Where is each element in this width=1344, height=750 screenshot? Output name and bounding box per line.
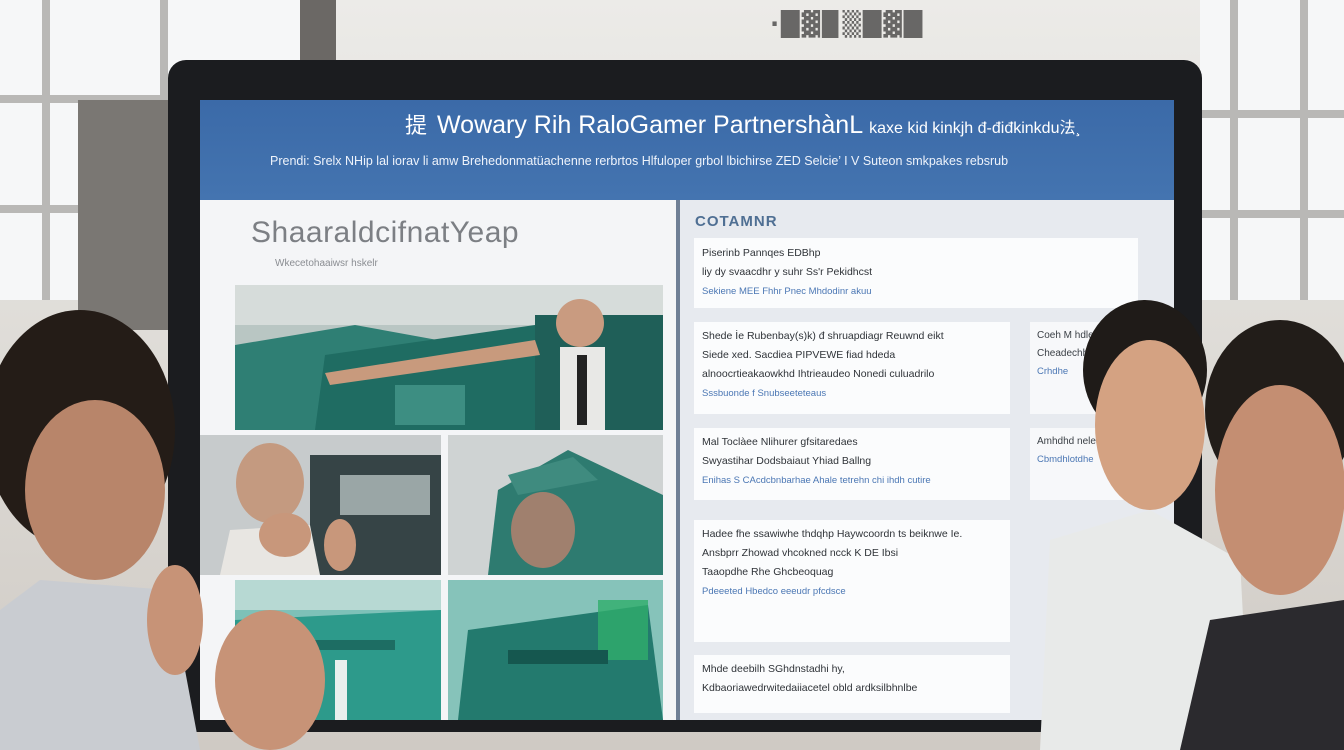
screen-title: 提 Wowary Rih RaloGamer PartnershànL kaxe … bbox=[405, 108, 1081, 140]
title-text: Wowary Rih RaloGamer PartnershànL bbox=[437, 111, 863, 139]
left-panel-title: ShaaraldcifnatYeap bbox=[251, 216, 520, 249]
card-line: Swyastihar Dodsbaiaut Yhiad Ballng bbox=[702, 455, 872, 467]
wall-sign: ·█▓▉▒█▓█ bbox=[770, 10, 925, 38]
title-suffix: kaxe kid kinkjh đ-điđkinkdu法¸ bbox=[869, 120, 1081, 137]
content-card: Mal Toclàee Nlihurer gfsitaredaes Swyast… bbox=[694, 428, 1010, 500]
card-line: Mhde deebilh SGhdnstadhi hy, bbox=[702, 663, 845, 675]
card-line: Piserinb Pannqes EDBhp bbox=[702, 247, 821, 259]
card-link[interactable]: Enihas S CAcdcbnbarhae Ahale tetrehn chi… bbox=[702, 471, 1002, 490]
card-line: Mal Toclàee Nlihurer gfsitaredaes bbox=[702, 436, 858, 448]
card-link[interactable]: Pdeeeted Hbedco eeeudr pfcdsce bbox=[702, 582, 1002, 601]
right-panel-title: COTAMNR bbox=[695, 213, 778, 230]
card-line: liy dy svaacdhr y suhr Ss'r Pekidhcst bbox=[702, 266, 873, 278]
monitor-screen: 提 Wowary Rih RaloGamer PartnershànL kaxe … bbox=[200, 100, 1174, 720]
card-line: Siede xed. Sacdiea PIPVEWE fiad hdeda bbox=[702, 349, 896, 361]
screen-header: 提 Wowary Rih RaloGamer PartnershànL kaxe … bbox=[200, 100, 1174, 200]
title-mark: 提 bbox=[405, 114, 428, 139]
left-panel-subtitle: Wkecetohaaiwsr hskelr bbox=[275, 258, 378, 269]
screen-subtitle: Prendi: Srelx NHip lal iorav li amw Breh… bbox=[270, 154, 1009, 168]
card-link[interactable]: Sssbuonde f Snubseeteteaus bbox=[702, 384, 1002, 403]
window-right bbox=[1200, 0, 1344, 300]
photo-green-machine bbox=[448, 580, 663, 720]
card-line: Kdbaoriawedrwitedaiiacetel obld ardksilb… bbox=[702, 682, 918, 694]
content-card: Mhde deebilh SGhdnstadhi hy, Kdbaoriawed… bbox=[694, 655, 1010, 713]
content-card: Hadee fhe ssawiwhe thdqhp Haywcoordn ts … bbox=[694, 520, 1010, 642]
card-line: Hadee fhe ssawiwhe thdqhp Haywcoordn ts … bbox=[702, 528, 963, 540]
card-line: Taaopdhe Rhe Ghcbeoquag bbox=[702, 566, 834, 578]
person-right bbox=[1030, 290, 1344, 750]
card-line: Shede İe Rubenbay(s)k) đ shruapdiagr Reu… bbox=[702, 330, 944, 342]
photo-green-canopy bbox=[448, 435, 663, 575]
content-card: Shede İe Rubenbay(s)k) đ shruapdiagr Reu… bbox=[694, 322, 1010, 414]
card-line: Ansbprr Zhowad vhcokned ncck K DE Ibsi bbox=[702, 547, 899, 559]
card-line: alnoocrtieakaowkhd Ihtrieaudeo Nonedi cu… bbox=[702, 368, 935, 380]
person-left bbox=[0, 290, 340, 750]
